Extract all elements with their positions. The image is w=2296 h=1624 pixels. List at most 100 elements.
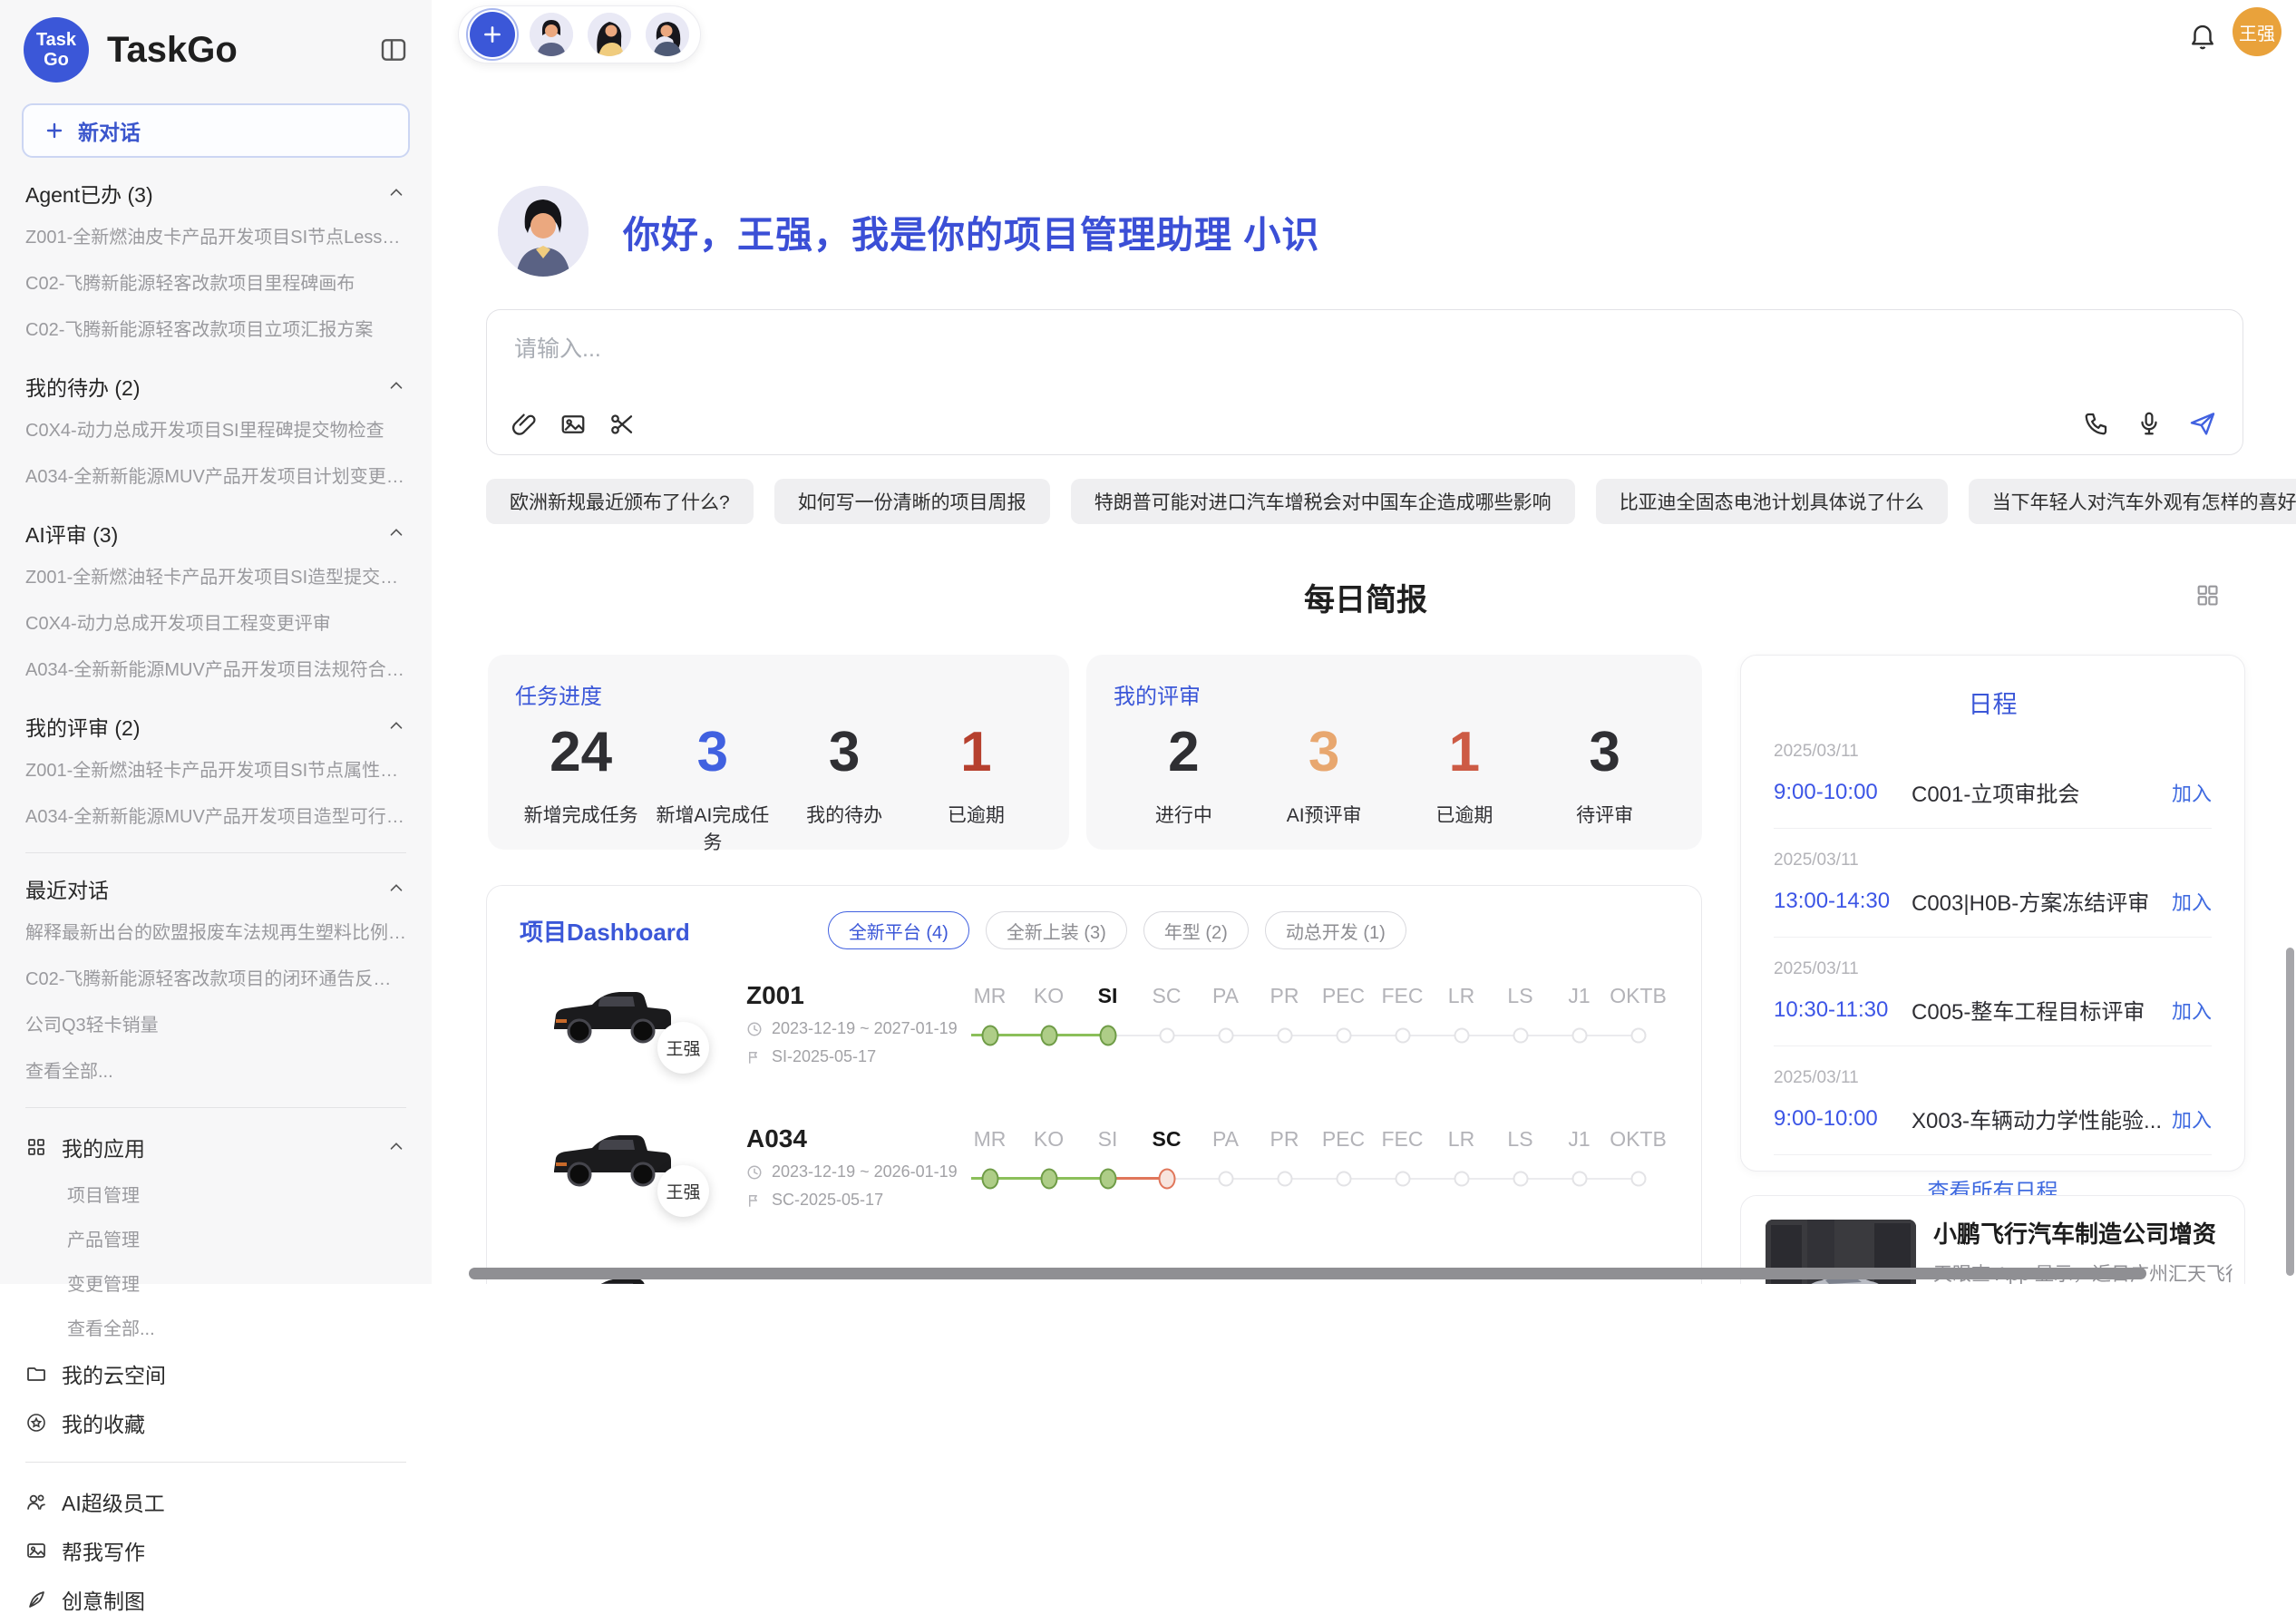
milestone-label: FEC	[1373, 1127, 1432, 1152]
stat: 3 新增AI完成任务	[647, 717, 778, 855]
app-logo: Task Go	[24, 17, 89, 83]
view-all-chats[interactable]: 查看全部...	[25, 1046, 406, 1093]
user-avatar[interactable]: 王强	[2233, 7, 2281, 56]
section-my-todo[interactable]: 我的待办 (2)	[25, 371, 406, 402]
project-owner-badge: 王强	[657, 1022, 709, 1074]
filter-chip[interactable]: 年型 (2)	[1143, 911, 1249, 949]
section-recent-chats[interactable]: 最近对话	[25, 873, 406, 904]
chevron-up-icon[interactable]	[386, 879, 406, 899]
chevron-up-icon[interactable]	[386, 716, 406, 736]
chevron-up-icon[interactable]	[386, 376, 406, 396]
project-flag-milestone: SC-2025-05-17	[746, 1191, 883, 1210]
chevron-up-icon[interactable]	[386, 1137, 406, 1157]
sidebar-item-label: 我的云空间	[62, 1358, 166, 1389]
sidebar-header: Task Go TaskGo	[0, 0, 432, 100]
list-item[interactable]: C0X4-动力总成开发项目SI里程碑提交物检查	[25, 405, 406, 452]
suggestion-chip[interactable]: 比亚迪全固态电池计划具体说了什么	[1596, 479, 1948, 524]
app-title: TaskGo	[107, 30, 379, 71]
dashboard-header: 项目Dashboard 全新平台 (4) 全新上装 (3) 年型 (2) 动总开…	[487, 886, 1701, 949]
stat-label: 已逾期	[910, 801, 1042, 828]
section-ai-review[interactable]: AI评审 (3)	[25, 518, 406, 549]
milestone-label: SI	[1078, 1127, 1137, 1152]
add-agent-button[interactable]	[470, 12, 515, 57]
app-link[interactable]: 产品管理	[25, 1216, 406, 1260]
sidebar-item-my-apps[interactable]: 我的应用	[25, 1123, 406, 1172]
scissors-icon[interactable]	[608, 411, 636, 438]
event-date: 2025/03/11	[1774, 959, 2212, 979]
image-upload-icon[interactable]	[559, 411, 587, 438]
chat-input-box	[486, 309, 2243, 455]
join-button[interactable]: 加入	[2172, 996, 2212, 1025]
phone-call-icon[interactable]	[2083, 410, 2110, 437]
list-item[interactable]: 公司Q3轻卡销量	[25, 1000, 406, 1046]
new-chat-button[interactable]: 新对话	[22, 103, 410, 158]
suggestion-chip[interactable]: 特朗普可能对进口汽车增税会对中国车企造成哪些影响	[1071, 479, 1575, 524]
milestone-dot	[1571, 1028, 1587, 1044]
milestone-label: KO	[1019, 1127, 1078, 1152]
join-button[interactable]: 加入	[2172, 1104, 2212, 1133]
sidebar-item-help-me-write[interactable]: 帮我写作	[25, 1526, 406, 1575]
suggestion-chip[interactable]: 欧洲新规最近颁布了什么?	[486, 479, 754, 524]
stat-label: AI预评审	[1254, 801, 1395, 828]
sidebar-item-label: AI超级员工	[62, 1486, 165, 1517]
event-name: C001-立项审批会	[1912, 776, 2172, 808]
horizontal-scrollbar[interactable]	[469, 1268, 2146, 1279]
main-content: 王强 你好，王强，我是你的项目管理助理 小识	[432, 0, 2296, 1284]
chevron-up-icon[interactable]	[386, 183, 406, 203]
flag-label: SI-2025-05-17	[772, 1047, 876, 1066]
milestone-dot	[1158, 1169, 1175, 1190]
app-link[interactable]: 项目管理	[25, 1172, 406, 1216]
section-agent-done[interactable]: Agent已办 (3)	[25, 178, 406, 209]
event-time: 9:00-10:00	[1774, 780, 1912, 805]
notification-bell-icon[interactable]	[2187, 20, 2218, 51]
join-button[interactable]: 加入	[2172, 887, 2212, 916]
app-link[interactable]: 变更管理	[25, 1260, 406, 1305]
list-item[interactable]: Z001-全新燃油轻卡产品开发项目SI造型提交物评审	[25, 552, 406, 598]
logo-line-1: Task	[36, 30, 76, 50]
filter-chip[interactable]: 动总开发 (1)	[1265, 911, 1406, 949]
sidebar-collapse-icon[interactable]	[379, 35, 408, 64]
milestone-dot	[1040, 1169, 1057, 1190]
stat-value: 24	[515, 717, 647, 788]
milestone-dot	[1454, 1028, 1469, 1044]
list-item[interactable]: C02-飞腾新能源轻客改款项目立项汇报方案	[25, 305, 406, 351]
task-progress-card: 任务进度 24 新增完成任务 3 新增AI完成任务 3 我的待办 1 已逾期	[488, 655, 1069, 850]
sidebar-item-creative-drawing[interactable]: 创意制图	[25, 1575, 406, 1624]
list-item[interactable]: A034-全新新能源MUV产品开发项目法规符合性评审	[25, 645, 406, 691]
list-item[interactable]: C0X4-动力总成开发项目工程变更评审	[25, 598, 406, 645]
stat: 3 待评审	[1534, 717, 1675, 828]
vertical-scrollbar[interactable]	[2286, 948, 2294, 1276]
filter-chip[interactable]: 全新上装 (3)	[986, 911, 1127, 949]
team-avatar[interactable]	[530, 13, 573, 56]
join-button[interactable]: 加入	[2172, 778, 2212, 807]
list-item[interactable]: A034-全新新能源MUV产品开发项目造型可行性评审	[25, 792, 406, 838]
sidebar-item-favorites[interactable]: 我的收藏	[25, 1398, 406, 1447]
list-item[interactable]: A034-全新新能源MUV产品开发项目计划变更表编写	[25, 452, 406, 498]
sidebar-item-ai-super-staff[interactable]: AI超级员工	[25, 1477, 406, 1526]
list-item[interactable]: C02-飞腾新能源轻客改款项目里程碑画布	[25, 258, 406, 305]
filter-chip[interactable]: 全新平台 (4)	[828, 911, 969, 949]
stat-label: 待评审	[1534, 801, 1675, 828]
send-icon[interactable]	[2188, 409, 2217, 438]
team-avatar[interactable]	[646, 13, 689, 56]
chat-input[interactable]	[512, 326, 1782, 372]
list-item[interactable]: Z001-全新燃油轻卡产品开发项目SI节点属性5D文件评审	[25, 745, 406, 792]
milestone-dot	[1218, 1172, 1233, 1187]
stat: 1 已逾期	[910, 717, 1042, 855]
list-item[interactable]: C02-飞腾新能源轻客改款项目的闭环通告反馈情况	[25, 954, 406, 1000]
section-my-review[interactable]: 我的评审 (2)	[25, 711, 406, 742]
paperclip-icon[interactable]	[511, 411, 538, 438]
view-all-apps[interactable]: 查看全部...	[25, 1305, 406, 1349]
greeting-text: 你好，王强，我是你的项目管理助理 小识	[623, 204, 1319, 258]
chevron-up-icon[interactable]	[386, 523, 406, 543]
microphone-icon[interactable]	[2135, 410, 2163, 437]
suggestion-chip[interactable]: 当下年轻人对汽车外观有怎样的喜好趋势	[1969, 479, 2296, 524]
list-item[interactable]: 解释最新出台的欧盟报废车法规再生塑料比例被调至15%...	[25, 908, 406, 954]
sidebar-item-label: 创意制图	[62, 1584, 145, 1615]
flag-icon	[746, 1049, 763, 1065]
sidebar-item-cloud-space[interactable]: 我的云空间	[25, 1349, 406, 1398]
list-item[interactable]: Z001-全新燃油皮卡产品开发项目SI节点Lesson Learn报告	[25, 212, 406, 258]
team-avatar[interactable]	[588, 13, 631, 56]
layout-grid-icon[interactable]	[2194, 582, 2220, 608]
suggestion-chip[interactable]: 如何写一份清晰的项目周报	[774, 479, 1050, 524]
